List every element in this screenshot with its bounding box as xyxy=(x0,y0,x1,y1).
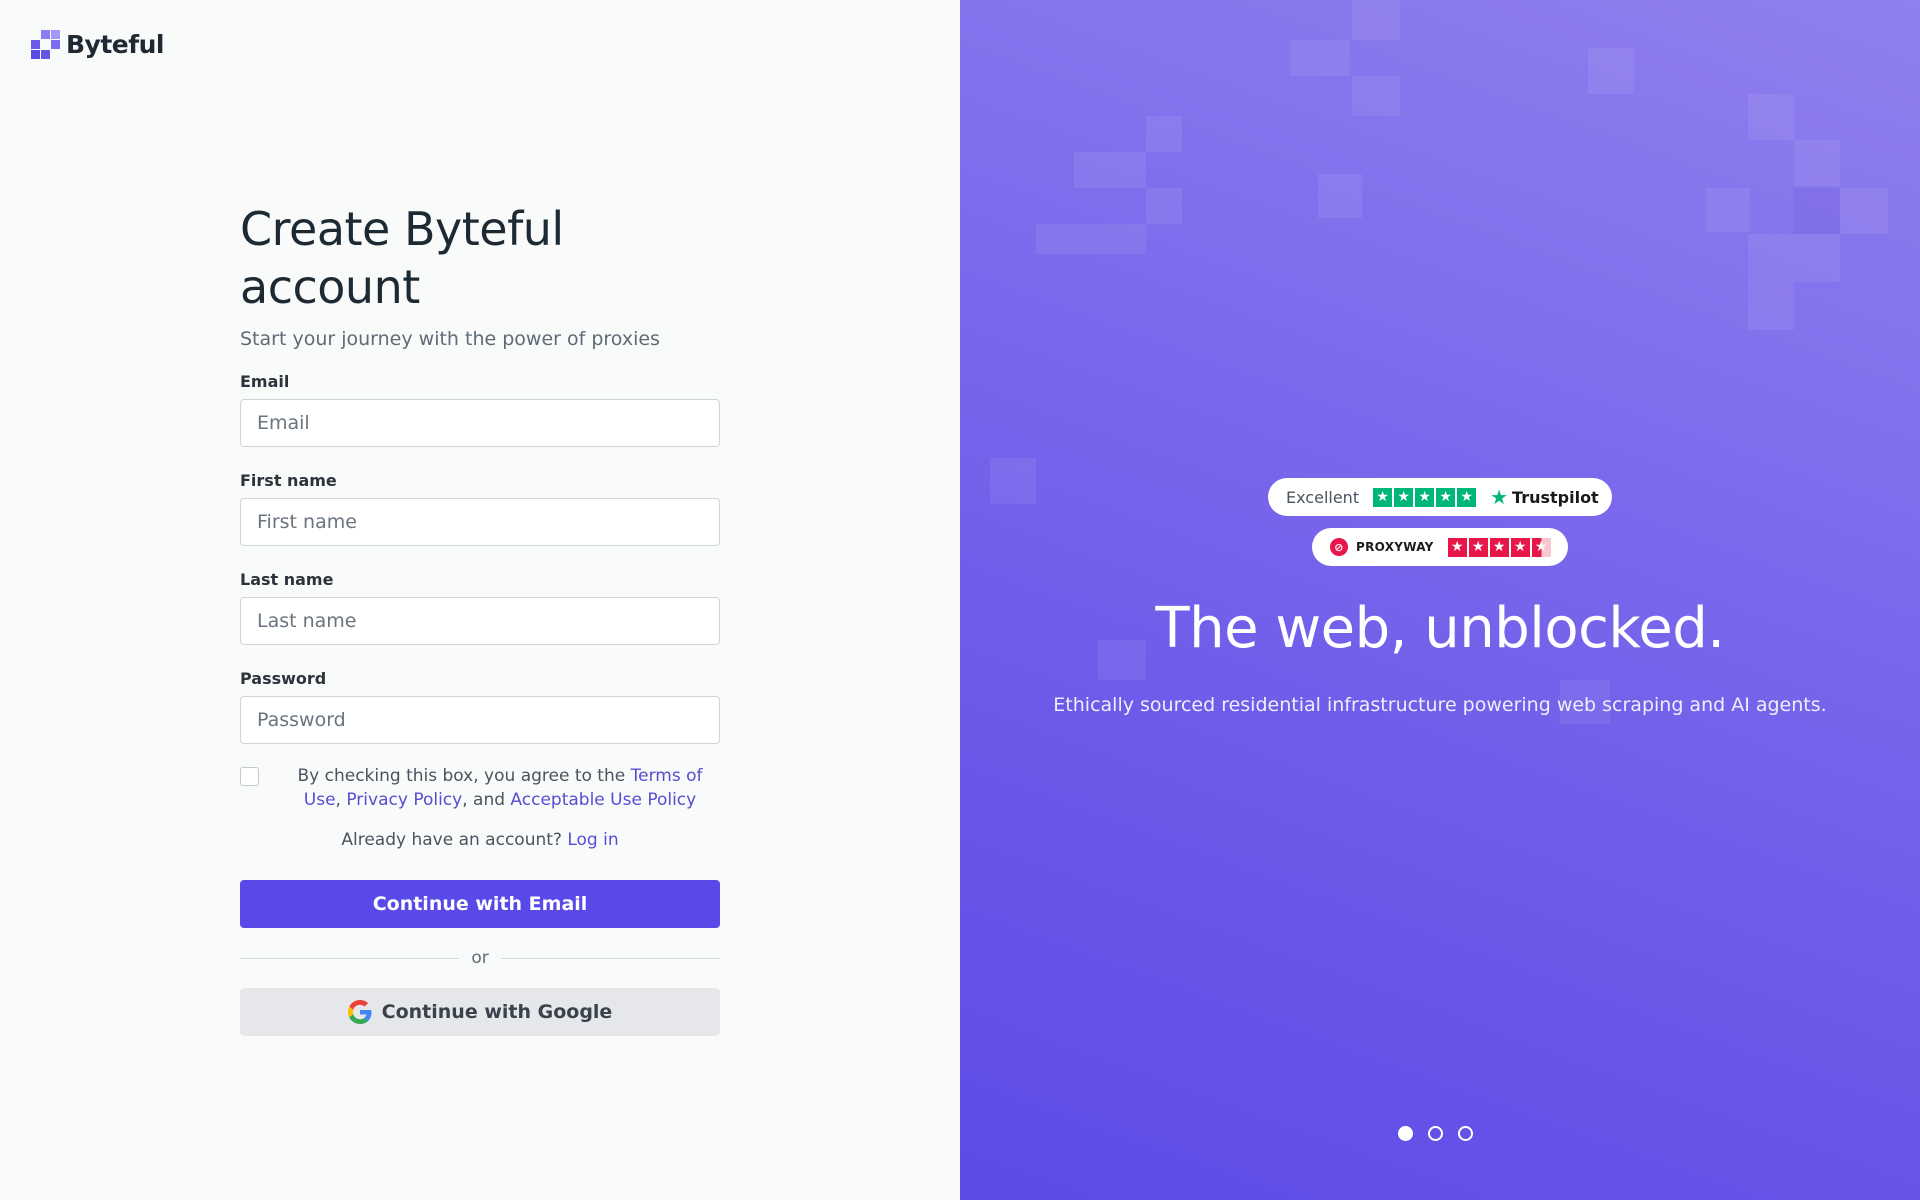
star-icon: ★ xyxy=(1510,537,1530,557)
star-icon: ★ xyxy=(1489,537,1509,557)
decor-pixel xyxy=(1074,152,1146,188)
login-prompt: Already have an account? Log in xyxy=(240,830,720,850)
signup-form: Create Byteful account Start your journe… xyxy=(240,200,721,1036)
terms-separator-and: , and xyxy=(462,790,511,810)
last-name-field[interactable] xyxy=(240,597,720,645)
proxyway-badge[interactable]: ⊘ PROXYWAY ★ ★ ★ ★ ★ xyxy=(1312,528,1568,566)
google-button-label: Continue with Google xyxy=(381,1001,613,1023)
login-link[interactable]: Log in xyxy=(567,830,618,850)
terms-agreement: By checking this box, you agree to the T… xyxy=(240,764,720,812)
decor-pixel xyxy=(1352,0,1400,40)
decor-pixel xyxy=(1794,234,1840,282)
byteful-pixel-logo-icon xyxy=(31,30,60,59)
star-icon: ★ xyxy=(1415,487,1435,507)
carousel-dot-2[interactable] xyxy=(1427,1126,1443,1141)
decor-pixel xyxy=(1748,234,1794,282)
page-subtitle: Start your journey with the power of pro… xyxy=(240,328,660,350)
trustpilot-badge[interactable]: Excellent ★ ★ ★ ★ ★ ★ Trustpilot xyxy=(1268,478,1612,516)
decor-pixel xyxy=(1290,40,1350,76)
first-name-label: First name xyxy=(240,471,337,490)
signup-panel: Byteful Create Byteful account Start you… xyxy=(0,0,960,1200)
page-title: Create Byteful account xyxy=(240,202,564,314)
proxyway-brand-name: PROXYWAY xyxy=(1356,540,1434,554)
decor-pixel xyxy=(1146,188,1182,224)
brand-name: Byteful xyxy=(66,30,165,59)
decor-pixel xyxy=(1840,188,1888,234)
terms-checkbox[interactable] xyxy=(240,767,259,786)
brand-logo[interactable]: Byteful xyxy=(31,30,165,59)
decor-pixel xyxy=(1036,224,1146,254)
decor-pixel xyxy=(1146,116,1182,152)
privacy-policy-link[interactable]: Privacy Policy xyxy=(346,790,462,810)
trustpilot-logo: ★ Trustpilot xyxy=(1490,485,1599,509)
decor-pixel xyxy=(1794,140,1840,186)
password-field[interactable] xyxy=(240,696,720,744)
hero-panel: Excellent ★ ★ ★ ★ ★ ★ Trustpilot ⊘ PROXY… xyxy=(960,0,1920,1200)
half-star-icon: ★ xyxy=(1531,537,1551,557)
login-prompt-text: Already have an account? xyxy=(341,830,562,850)
proxyway-logo: ⊘ PROXYWAY xyxy=(1330,538,1434,556)
trustpilot-brand-name: Trustpilot xyxy=(1512,487,1599,507)
carousel-dots xyxy=(960,1126,1920,1141)
terms-text: By checking this box, you agree to the T… xyxy=(280,764,720,812)
terms-separator: , xyxy=(335,790,341,810)
star-icon: ★ xyxy=(1457,487,1477,507)
proxyway-stars: ★ ★ ★ ★ ★ xyxy=(1447,537,1551,557)
trustpilot-stars: ★ ★ ★ ★ ★ xyxy=(1373,487,1477,507)
acceptable-use-policy-link[interactable]: Acceptable Use Policy xyxy=(510,790,696,810)
email-field[interactable] xyxy=(240,399,720,447)
last-name-label: Last name xyxy=(240,570,334,589)
divider-line-right xyxy=(500,957,721,959)
first-name-field[interactable] xyxy=(240,498,720,546)
star-icon: ★ xyxy=(1468,537,1488,557)
decor-pixel xyxy=(1352,76,1400,116)
decor-pixel xyxy=(1748,282,1794,330)
trustpilot-rating-label: Excellent xyxy=(1286,487,1360,507)
rating-badges: Excellent ★ ★ ★ ★ ★ ★ Trustpilot ⊘ PROXY… xyxy=(960,478,1920,566)
continue-with-google-button[interactable]: Continue with Google xyxy=(240,988,720,1036)
star-icon: ★ xyxy=(1436,487,1456,507)
password-label: Password xyxy=(240,669,327,688)
trustpilot-star-icon: ★ xyxy=(1490,485,1509,509)
divider-text: or xyxy=(471,948,489,968)
decor-pixel xyxy=(1748,94,1794,140)
star-icon: ★ xyxy=(1373,487,1393,507)
decor-pixel xyxy=(1588,48,1634,94)
continue-with-email-button[interactable]: Continue with Email xyxy=(240,880,720,928)
star-icon: ★ xyxy=(1447,537,1467,557)
star-icon: ★ xyxy=(1394,487,1414,507)
proxyway-icon: ⊘ xyxy=(1330,538,1348,556)
or-divider: or xyxy=(240,948,721,968)
carousel-dot-1[interactable] xyxy=(1397,1126,1413,1141)
email-label: Email xyxy=(240,372,290,391)
hero-title: The web, unblocked. xyxy=(1155,596,1725,661)
carousel-dot-3[interactable] xyxy=(1457,1126,1473,1141)
decor-pixel xyxy=(1318,174,1362,218)
hero-subtitle: Ethically sourced residential infrastruc… xyxy=(1053,694,1827,716)
decor-pixel xyxy=(1706,188,1750,232)
google-icon xyxy=(347,1000,372,1024)
divider-line-left xyxy=(240,957,460,959)
decor-pixel xyxy=(1794,188,1840,234)
terms-prefix: By checking this box, you agree to the xyxy=(297,766,631,786)
